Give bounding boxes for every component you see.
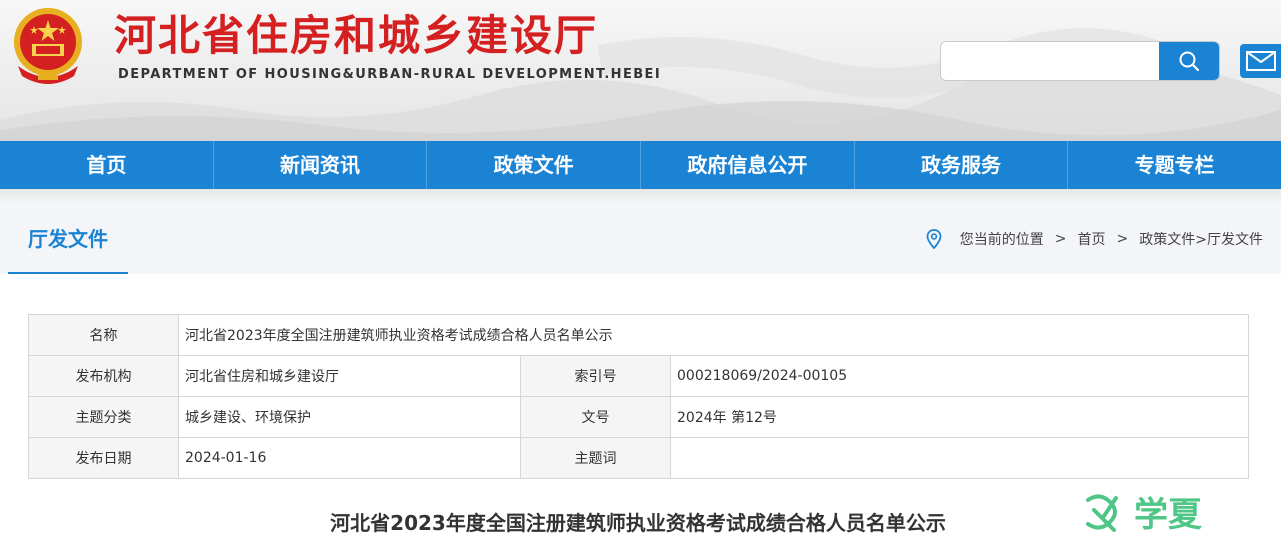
section-title: 厅发文件 bbox=[8, 204, 128, 274]
national-emblem-icon bbox=[14, 8, 82, 84]
org-value: 河北省住房和城乡建设厅 bbox=[178, 355, 521, 397]
index-label: 索引号 bbox=[520, 355, 671, 397]
breadcrumb-prefix: 您当前的位置 bbox=[959, 232, 1044, 248]
section-bar: 厅发文件 您当前的位置 > 首页 > 政策文件>厅发文件 bbox=[0, 204, 1281, 274]
name-label: 名称 bbox=[28, 314, 179, 356]
breadcrumb-path[interactable]: 政策文件>厅发文件 bbox=[1139, 229, 1263, 249]
keywords-label: 主题词 bbox=[520, 437, 671, 479]
nav-item-services[interactable]: 政务服务 bbox=[855, 141, 1069, 189]
table-row: 主题分类 城乡建设、环境保护 文号 2024年 第12号 bbox=[28, 396, 1250, 438]
category-label: 主题分类 bbox=[28, 396, 179, 438]
table-row: 名称 河北省2023年度全国注册建筑师执业资格考试成绩合格人员名单公示 bbox=[28, 314, 1250, 356]
keywords-value bbox=[669, 437, 1250, 479]
watermark-text: 学夏 bbox=[1134, 495, 1203, 535]
search-box bbox=[940, 41, 1220, 81]
nav-item-topics[interactable]: 专题专栏 bbox=[1068, 141, 1281, 189]
site-header: 河北省住房和城乡建设厅 DEPARTMENT OF HOUSING&URBAN-… bbox=[0, 0, 1281, 141]
site-title: 河北省住房和城乡建设厅 bbox=[114, 11, 599, 60]
date-label: 发布日期 bbox=[28, 437, 179, 479]
category-value: 城乡建设、环境保护 bbox=[178, 396, 521, 438]
docno-label: 文号 bbox=[520, 396, 671, 438]
search-icon bbox=[1179, 51, 1200, 72]
date-value: 2024-01-16 bbox=[178, 437, 521, 479]
nav-item-news[interactable]: 新闻资讯 bbox=[214, 141, 428, 189]
org-label: 发布机构 bbox=[28, 355, 179, 397]
docno-value: 2024年 第12号 bbox=[669, 396, 1250, 438]
document-metadata-table: 名称 河北省2023年度全国注册建筑师执业资格考试成绩合格人员名单公示 发布机构… bbox=[28, 314, 1250, 479]
main-nav: 首页 新闻资讯 政策文件 政府信息公开 政务服务 专题专栏 bbox=[0, 141, 1281, 189]
nav-divider bbox=[0, 189, 1281, 204]
breadcrumb-separator: > bbox=[1054, 231, 1067, 247]
mail-icon bbox=[1245, 51, 1276, 71]
table-row: 发布日期 2024-01-16 主题词 bbox=[28, 437, 1250, 479]
nav-item-gov-info[interactable]: 政府信息公开 bbox=[641, 141, 855, 189]
nav-item-home[interactable]: 首页 bbox=[0, 141, 214, 189]
breadcrumb-separator: > bbox=[1116, 231, 1129, 247]
breadcrumb: 您当前的位置 > 首页 > 政策文件>厅发文件 bbox=[926, 229, 1263, 249]
name-value: 河北省2023年度全国注册建筑师执业资格考试成绩合格人员名单公示 bbox=[177, 314, 1250, 356]
site-subtitle: DEPARTMENT OF HOUSING&URBAN-RURAL DEVELO… bbox=[118, 67, 662, 82]
nav-item-policy[interactable]: 政策文件 bbox=[427, 141, 642, 189]
location-pin-icon bbox=[926, 229, 942, 249]
breadcrumb-home[interactable]: 首页 bbox=[1078, 229, 1106, 249]
search-button[interactable] bbox=[1159, 42, 1219, 80]
mail-button[interactable] bbox=[1240, 44, 1281, 78]
search-input[interactable] bbox=[941, 42, 1161, 80]
watermark-logo: 学夏 bbox=[1086, 494, 1203, 535]
table-row: 发布机构 河北省住房和城乡建设厅 索引号 000218069/2024-0010… bbox=[28, 355, 1250, 397]
index-value: 000218069/2024-00105 bbox=[669, 355, 1250, 397]
